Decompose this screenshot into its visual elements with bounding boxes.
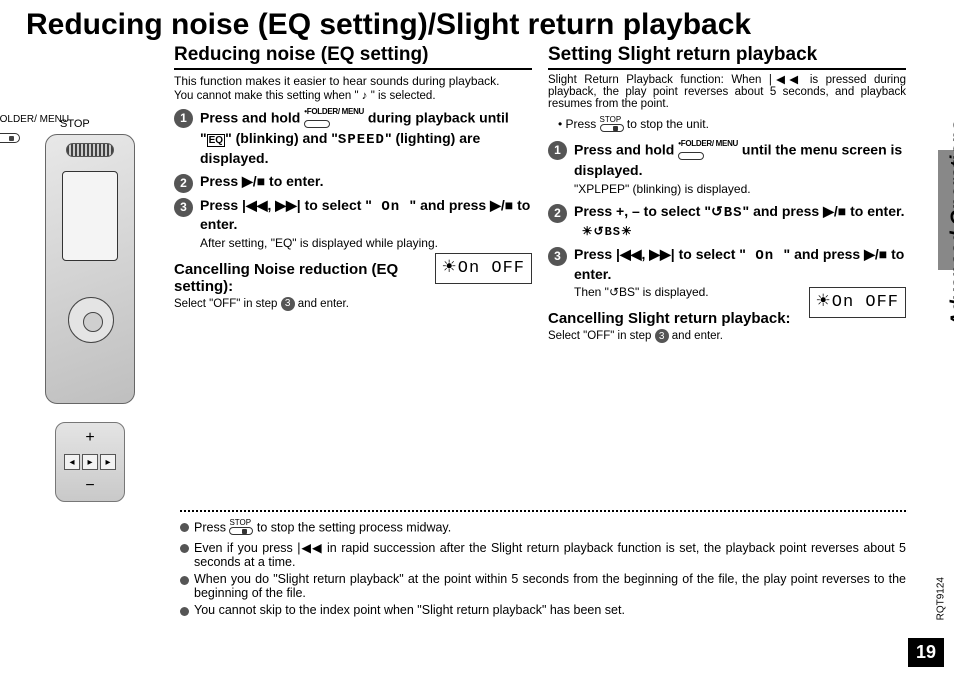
eq-cancel-text: Select "OFF" in step 3 and enter. — [174, 297, 532, 311]
page-number: 19 — [908, 638, 944, 667]
stop-button-icon: STOP — [600, 116, 624, 134]
folder-menu-button-icon — [0, 133, 20, 143]
step-3-badge-icon: 3 — [281, 297, 295, 311]
sr-step1-note: "XPLPEP" (blinking) is displayed. — [574, 182, 906, 197]
stop-button-icon: STOP — [229, 519, 253, 537]
device-illustration-column: •FOLDER/ MENU STOP + ◂ ▸ ▸ — [20, 44, 160, 502]
eq-step-2: 2 Press ▶/■ to enter. — [174, 173, 532, 191]
eq-note: You cannot make this setting when " ♪ " … — [174, 90, 532, 102]
sr-lcd-display: ☀On OFF — [809, 287, 906, 318]
plus-minus-control-icon: + ◂ ▸ ▸ − — [55, 422, 125, 502]
minus-label: − — [85, 477, 94, 495]
next-track-icon: ▸ — [100, 454, 116, 470]
note-3: When you do "Slight return playback" at … — [180, 572, 906, 600]
section-label: Advanced Operations — [948, 120, 954, 327]
eq-step-3: 3 Press |◀◀, ▶▶| to select " On " and pr… — [174, 197, 532, 251]
sr-step-1: 1 Press and hold •FOLDER/ MENU until the… — [548, 140, 906, 197]
press-stop-note: • Press STOP to stop the unit. — [558, 116, 906, 134]
eq-after-note: After setting, "EQ" is displayed while p… — [200, 236, 438, 250]
eq-setting-section: Reducing noise (EQ setting) This functio… — [170, 44, 536, 502]
recorder-device-icon — [45, 134, 135, 404]
folder-menu-button-icon: •FOLDER/ MENU — [304, 108, 364, 130]
slight-return-intro: Slight Return Playback function: When |◀… — [548, 72, 906, 110]
page-title: Reducing noise (EQ setting)/Slight retur… — [20, 8, 910, 42]
eq-lcd-display: ☀On OFF — [435, 253, 532, 284]
slight-return-section: Setting Slight return playback Slight Re… — [544, 44, 910, 502]
note-2: Even if you press |◀◀ in rapid successio… — [180, 540, 906, 569]
eq-heading: Reducing noise (EQ setting) — [174, 44, 532, 70]
note-4: You cannot skip to the index point when … — [180, 603, 906, 617]
plus-label: + — [85, 429, 94, 447]
document-code: RQT9124 — [935, 577, 946, 620]
eq-icon: EQ — [207, 134, 225, 147]
slight-return-heading: Setting Slight return playback — [548, 44, 906, 70]
footnotes: Press STOP to stop the setting process m… — [180, 510, 906, 617]
eq-intro: This function makes it easier to hear so… — [174, 74, 532, 88]
sr-cancel-text: Select "OFF" in step 3 and enter. — [548, 329, 906, 343]
sr-step3-note: Then "↺BS" is displayed. — [574, 285, 709, 299]
play-stop-icon: ▸ — [82, 454, 98, 470]
folder-menu-button-icon: •FOLDER/ MENU — [678, 140, 738, 162]
sr-step-3: 3 Press |◀◀, ▶▶| to select " On " and pr… — [548, 246, 906, 300]
eq-step-1: 1 Press and hold •FOLDER/ MENU during pl… — [174, 108, 532, 167]
note-1: Press STOP to stop the setting process m… — [180, 519, 906, 537]
step-3-badge-icon: 3 — [655, 329, 669, 343]
sr-step-2: 2 Press +, – to select "↺BS" and press ▶… — [548, 203, 906, 241]
prev-track-icon: ◂ — [64, 454, 80, 470]
stop-label: STOP — [60, 118, 90, 130]
